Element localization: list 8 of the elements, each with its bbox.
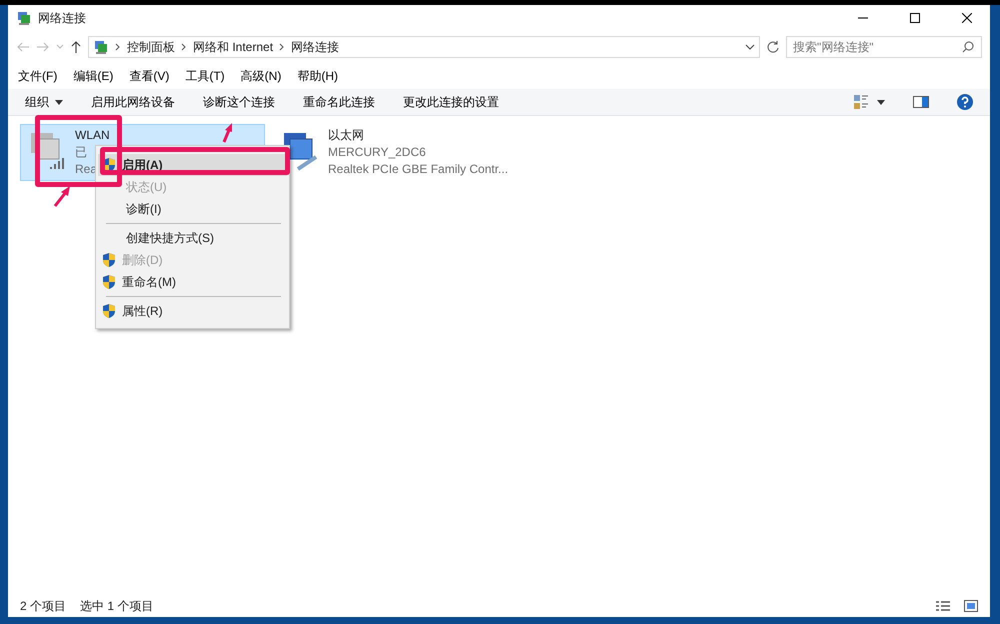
connection-name: WLAN [75, 127, 110, 144]
connection-status: 已 [75, 144, 88, 161]
status-text: 2 个项目 [20, 598, 66, 615]
window-title: 网络连接 [38, 10, 86, 27]
connection-status: MERCURY_2DC6 [328, 144, 427, 161]
connection-name: 以太网 [328, 127, 365, 144]
status-text: 选中 1 个项目 [80, 598, 154, 615]
adapter-name: Realtek PCIe GBE Family Contr... [328, 161, 508, 178]
